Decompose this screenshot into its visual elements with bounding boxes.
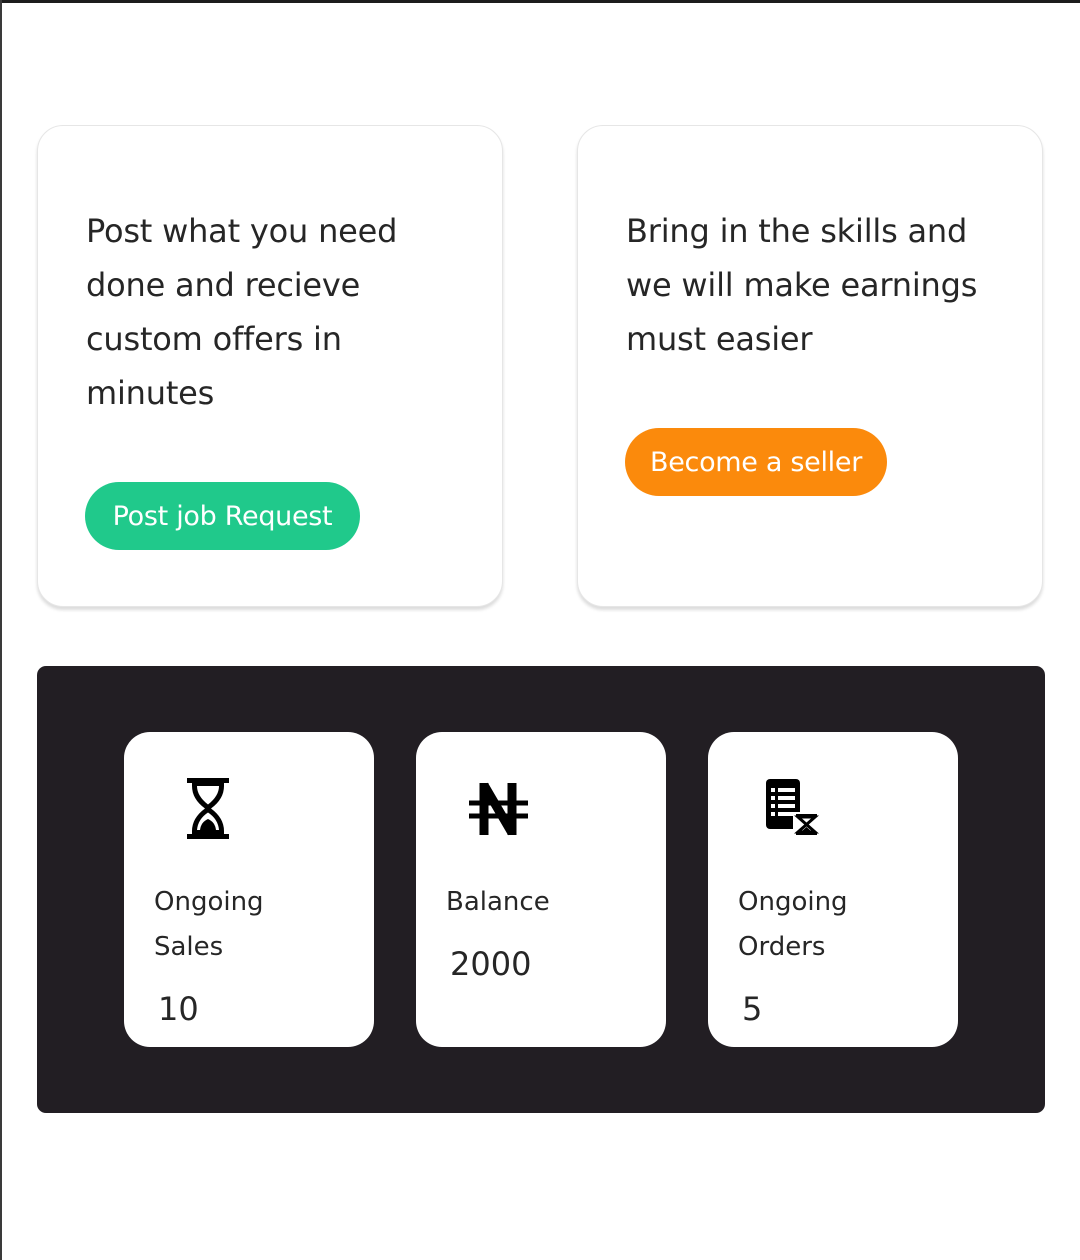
ongoing-orders-card[interactable]: Ongoing Orders 5	[708, 732, 958, 1047]
balance-label: Balance	[446, 887, 550, 917]
ongoing-sales-card[interactable]: Ongoing Sales 10	[124, 732, 374, 1047]
ongoing-orders-value: 5	[742, 990, 763, 1028]
balance-card[interactable]: Balance 2000	[416, 732, 666, 1047]
seller-promo-card: Bring in the skills and we will make ear…	[577, 125, 1043, 607]
buyer-promo-text: Post what you need done and recieve cust…	[86, 212, 398, 412]
balance-value: 2000	[450, 945, 532, 983]
post-job-request-button[interactable]: Post job Request	[85, 482, 360, 550]
window-top-edge	[0, 0, 1080, 3]
hourglass-icon	[187, 778, 229, 839]
become-seller-button[interactable]: Become a seller	[625, 428, 887, 496]
window-left-edge	[0, 0, 2, 1260]
stats-panel: Ongoing Sales 10 Balance 2000 Ongoing Or…	[37, 666, 1045, 1113]
seller-promo-text: Bring in the skills and we will make ear…	[626, 212, 978, 358]
buyer-promo-card: Post what you need done and recieve cust…	[37, 125, 503, 607]
naira-icon	[469, 782, 528, 836]
ongoing-sales-value: 10	[158, 990, 199, 1028]
ongoing-orders-label: Ongoing Orders	[738, 887, 848, 962]
ongoing-sales-label: Ongoing Sales	[154, 887, 264, 962]
order-list-pending-icon	[766, 779, 820, 837]
